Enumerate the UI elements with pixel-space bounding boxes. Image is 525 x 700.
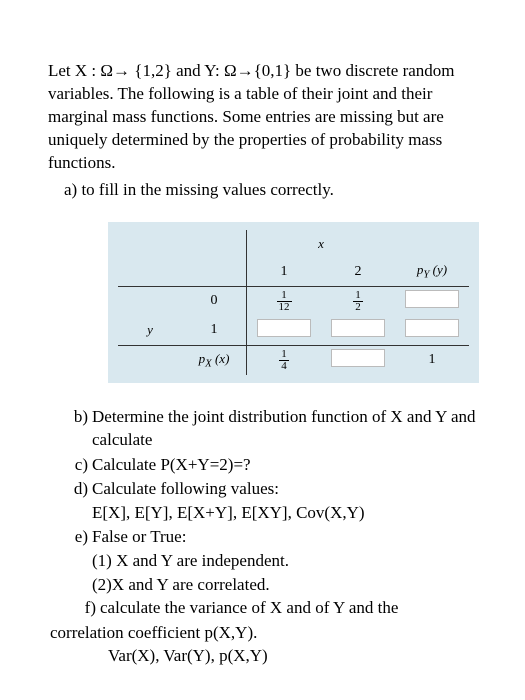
- row-1-label: 1: [182, 316, 247, 346]
- cell-0-2: 12: [321, 286, 395, 316]
- col-header-2: 2: [321, 258, 395, 287]
- cell-0-1: 112: [247, 286, 322, 316]
- part-e-2: (2)X and Y are correlated.: [48, 573, 477, 596]
- part-e-1: (1) X and Y are independent.: [48, 549, 477, 572]
- col-header-1: 1: [247, 258, 322, 287]
- part-f: f) calculate the variance of X and of Y …: [48, 596, 477, 619]
- cell-1-py[interactable]: [395, 316, 469, 346]
- part-e: e) False or True:: [48, 525, 477, 548]
- cell-px-1: 14: [247, 345, 322, 375]
- part-a-text: a) to fill in the missing values correct…: [48, 179, 477, 202]
- part-d: d) Calculate following values:: [48, 477, 477, 500]
- part-c: c) Calculate P(X+Y=2)=?: [48, 453, 477, 476]
- page-container: Let X : Ω→ {1,2} and Y: Ω→{0,1} be two d…: [0, 0, 525, 668]
- row-0-label: 0: [182, 286, 247, 316]
- cell-1-1[interactable]: [247, 316, 322, 346]
- cell-px-2[interactable]: [321, 345, 395, 375]
- px-label: pX (x): [182, 345, 247, 375]
- part-d-detail: E[X], E[Y], E[X+Y], E[XY], Cov(X,Y): [48, 501, 477, 524]
- intro-paragraph: Let X : Ω→ {1,2} and Y: Ω→{0,1} be two d…: [48, 60, 477, 175]
- questions-block: b) Determine the joint distribution func…: [48, 405, 477, 668]
- cell-total: 1: [395, 345, 469, 375]
- cell-0-py[interactable]: [395, 286, 469, 316]
- cell-1-2[interactable]: [321, 316, 395, 346]
- y-axis-label: y: [118, 316, 182, 346]
- table-wrapper: x 1 2 pY (y) 0 112 12: [48, 222, 477, 383]
- part-b: b) Determine the joint distribution func…: [48, 405, 477, 452]
- part-f-detail: Var(X), Var(Y), p(X,Y): [48, 644, 477, 667]
- joint-pmf-table: x 1 2 pY (y) 0 112 12: [108, 222, 479, 383]
- x-axis-label: x: [247, 230, 396, 258]
- py-label: pY (y): [395, 258, 469, 287]
- part-f-cont: correlation coefficient p(X,Y).: [48, 621, 477, 644]
